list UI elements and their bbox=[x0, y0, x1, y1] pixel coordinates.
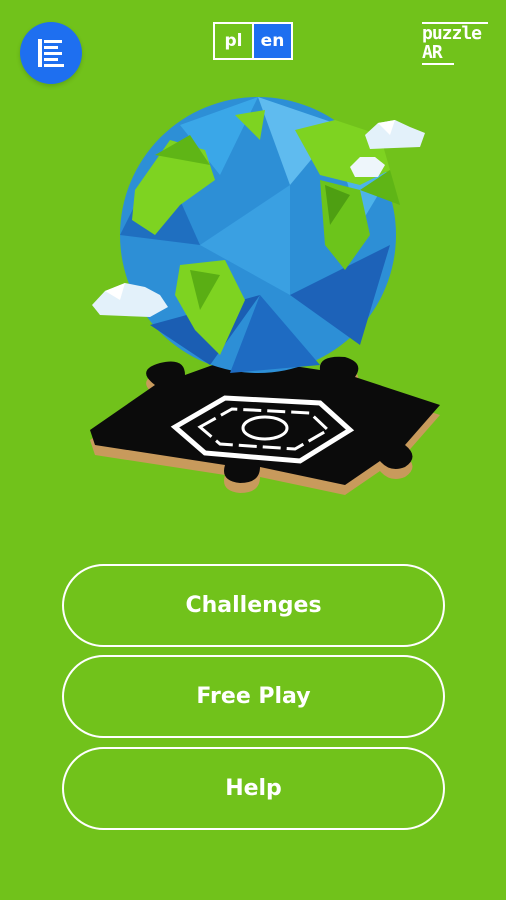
logo-line-1: puzzle bbox=[422, 22, 488, 43]
lang-en-button[interactable]: en bbox=[252, 24, 291, 58]
challenges-button[interactable]: Challenges bbox=[62, 564, 445, 647]
menu-button[interactable] bbox=[20, 22, 82, 84]
list-menu-icon bbox=[38, 39, 64, 67]
help-button[interactable]: Help bbox=[62, 747, 445, 830]
cloud-right-top bbox=[365, 120, 425, 149]
free-play-button[interactable]: Free Play bbox=[62, 655, 445, 738]
puzzle-piece bbox=[90, 356, 440, 495]
lang-pl-button[interactable]: pl bbox=[215, 24, 252, 58]
puzzle-ar-logo: puzzle AR bbox=[422, 22, 488, 65]
logo-line-2: AR bbox=[422, 43, 454, 65]
globe-puzzle-illustration bbox=[90, 97, 440, 495]
low-poly-globe bbox=[120, 97, 400, 373]
language-switcher: pl en bbox=[213, 22, 293, 60]
